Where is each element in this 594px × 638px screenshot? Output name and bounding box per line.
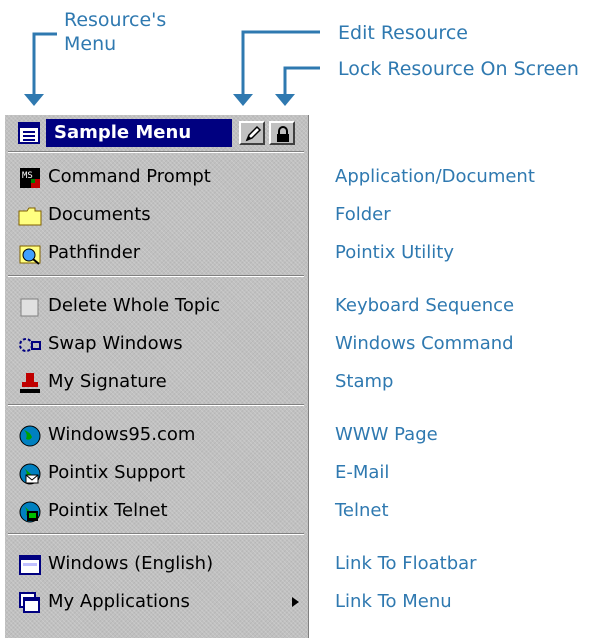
pencil-icon [245,125,262,142]
menu-item-my-signature[interactable]: My Signature [18,365,308,399]
menu-item-label: Pointix Support [48,462,186,483]
menu-item-swap-windows[interactable]: Swap Windows [18,327,308,361]
menu-separator [8,275,304,277]
menu-item-label: Pathfinder [48,242,141,263]
menu-item-label: Swap Windows [48,333,183,354]
item-description: E-Mail [335,462,390,483]
submenu-arrow-icon [292,597,299,607]
menu-item-command-prompt[interactable]: MS Command Prompt [18,160,308,194]
menu-item-label: My Applications [48,591,190,612]
globe-telnet-icon [19,501,41,523]
lock-resource-button[interactable] [269,121,295,145]
item-description: Telnet [335,500,389,521]
globe-email-icon [19,463,41,485]
menu-list-icon[interactable] [18,122,40,144]
menu-item-label: Windows (English) [48,553,214,574]
item-description: Application/Document [335,166,535,187]
item-description: Windows Command [335,333,514,354]
menu-item-documents[interactable]: Documents [18,198,308,232]
lock-icon [277,126,289,142]
edit-resource-button[interactable] [239,121,265,145]
sample-menu-panel: Sample Menu MS Command Prompt Documents Pat… [4,114,309,638]
menu-header: Sample Menu [18,119,304,147]
applications-menu-icon [19,592,40,613]
keyboard-sequence-icon [20,298,39,317]
pathfinder-icon [19,245,41,265]
edit-resource-arrow [241,30,320,96]
item-description: Link To Floatbar [335,553,477,574]
resource-menu-arrow [32,32,57,96]
item-description: Stamp [335,371,394,392]
item-description: Link To Menu [335,591,452,612]
item-description: WWW Page [335,424,438,445]
menu-item-label: Documents [48,204,151,225]
command-prompt-icon: MS [20,168,40,188]
menu-item-pathfinder[interactable]: Pathfinder [18,236,308,270]
folder-icon [18,207,42,226]
menu-item-pointix-telnet[interactable]: Pointix Telnet [18,494,308,528]
menu-item-label: Pointix Telnet [48,500,168,521]
menu-item-label: Command Prompt [48,166,211,187]
lock-resource-arrow [283,66,320,96]
menu-separator [8,404,304,406]
stamp-icon [20,373,40,393]
item-description: Folder [335,204,391,225]
menu-item-label: Delete Whole Topic [48,295,221,316]
floatbar-icon [19,555,41,575]
swap-windows-icon [19,338,41,352]
menu-item-my-applications[interactable]: My Applications [18,585,308,619]
globe-web-icon [19,425,41,447]
menu-separator [8,151,304,153]
callout-arrows [24,30,320,106]
menu-item-label: My Signature [48,371,167,392]
menu-item-pointix-support[interactable]: Pointix Support [18,456,308,490]
menu-title[interactable]: Sample Menu [46,119,232,147]
menu-separator [8,533,304,535]
menu-item-windows95-com[interactable]: Windows95.com [18,418,308,452]
menu-item-windows-english[interactable]: Windows (English) [18,547,308,581]
item-description: Keyboard Sequence [335,295,515,316]
menu-item-label: Windows95.com [48,424,196,445]
menu-item-delete-whole-topic[interactable]: Delete Whole Topic [18,289,308,323]
item-description: Pointix Utility [335,242,455,263]
